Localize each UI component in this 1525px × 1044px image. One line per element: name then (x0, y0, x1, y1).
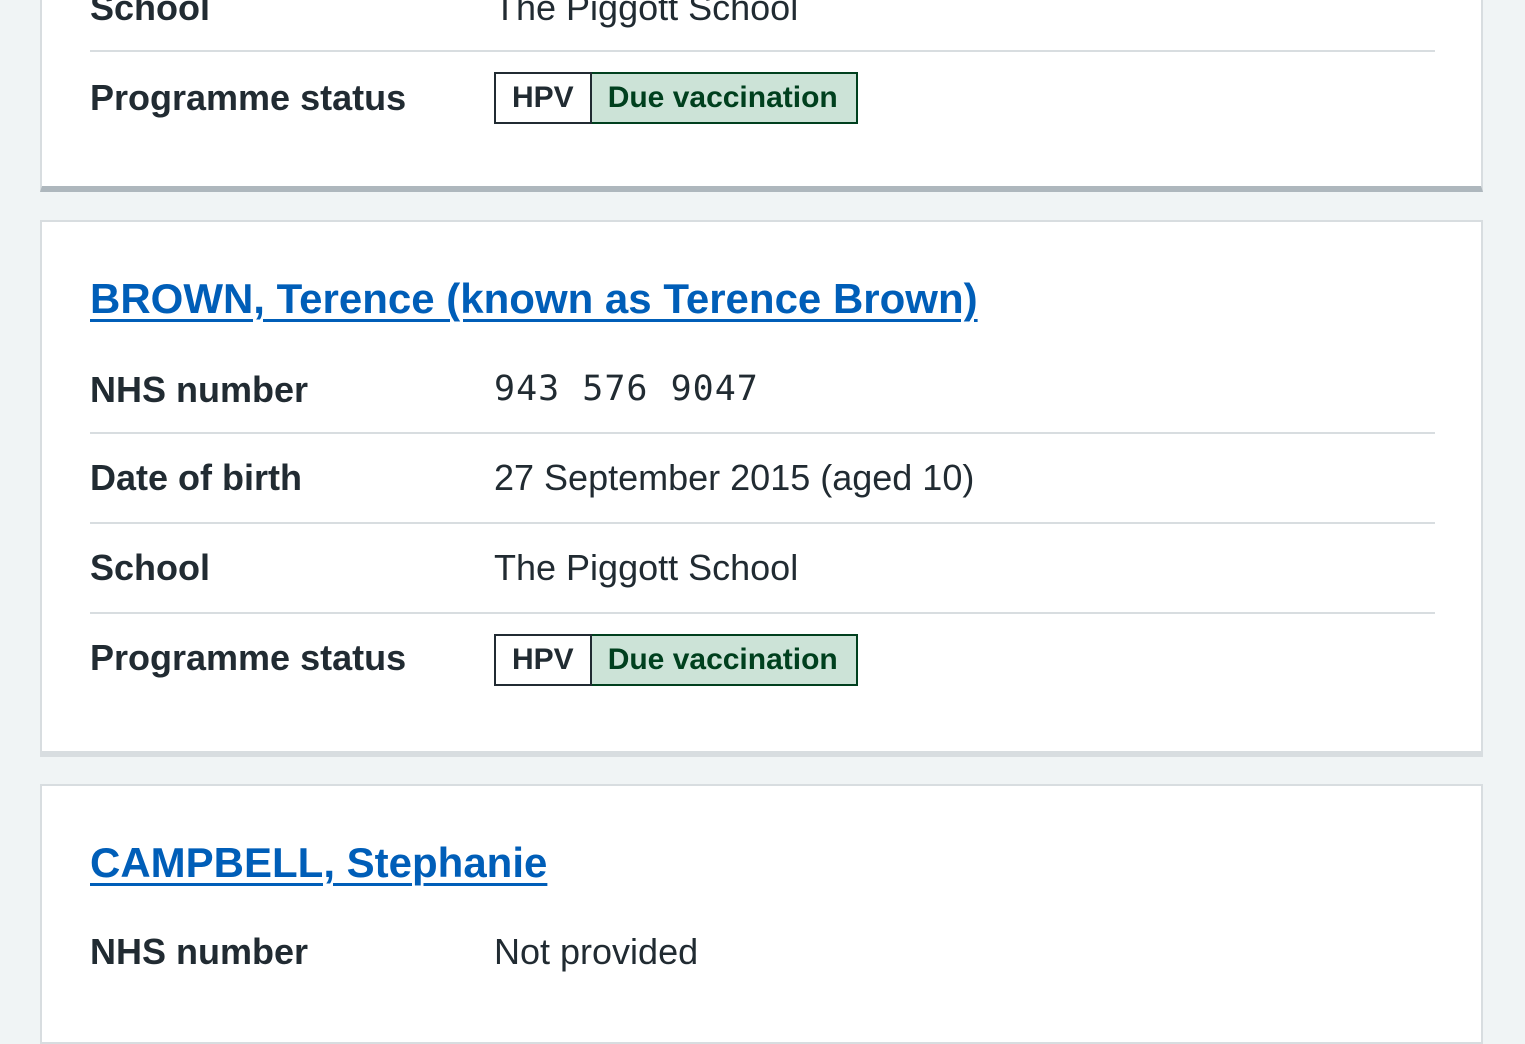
school-key: School (90, 547, 211, 588)
school-value: The Piggott School (494, 0, 799, 28)
patient-name-heading: CAMPBELL, Stephanie (90, 842, 547, 884)
summary-row-school: School The Piggott School (90, 524, 1435, 614)
nhs-number-key: NHS number (90, 931, 309, 972)
school-key: School (90, 0, 211, 28)
programme-status-tag: HPV Due vaccination (494, 634, 858, 686)
patient-card: CAMPBELL, Stephanie NHS number Not provi… (40, 784, 1483, 1044)
nhs-number-value: 943 576 9047 (494, 369, 759, 409)
programme-status-tag: HPV Due vaccination (494, 72, 858, 124)
patient-name-link[interactable]: BROWN, Terence (known as Terence Brown) (90, 275, 978, 322)
patient-name-link[interactable]: CAMPBELL, Stephanie (90, 839, 547, 886)
programme-tag: HPV (494, 634, 592, 686)
patient-card: BROWN, Terence (known as Terence Brown) … (40, 220, 1483, 757)
patient-name-heading: BROWN, Terence (known as Terence Brown) (90, 278, 978, 320)
patient-card: School The Piggott School Programme stat… (40, 0, 1483, 192)
programme-status-key: Programme status (90, 637, 407, 678)
summary-row-nhs-number: NHS number Not provided (90, 910, 1435, 996)
summary-row-programme-status: Programme status HPV Due vaccination (90, 52, 1435, 152)
date-of-birth-key: Date of birth (90, 457, 302, 498)
school-value: The Piggott School (494, 547, 799, 588)
date-of-birth-value: 27 September 2015 (aged 10) (494, 457, 975, 498)
nhs-number-value: Not provided (494, 931, 699, 972)
summary-row-date-of-birth: Date of birth 27 September 2015 (aged 10… (90, 434, 1435, 524)
summary-row-programme-status: Programme status HPV Due vaccination (90, 614, 1435, 714)
status-tag: Due vaccination (591, 72, 858, 124)
status-tag: Due vaccination (591, 634, 858, 686)
summary-row-school: School The Piggott School (90, 0, 1435, 52)
nhs-number-key: NHS number (90, 369, 309, 410)
summary-row-nhs-number: NHS number 943 576 9047 (90, 346, 1435, 434)
programme-tag: HPV (494, 72, 592, 124)
programme-status-key: Programme status (90, 77, 407, 118)
